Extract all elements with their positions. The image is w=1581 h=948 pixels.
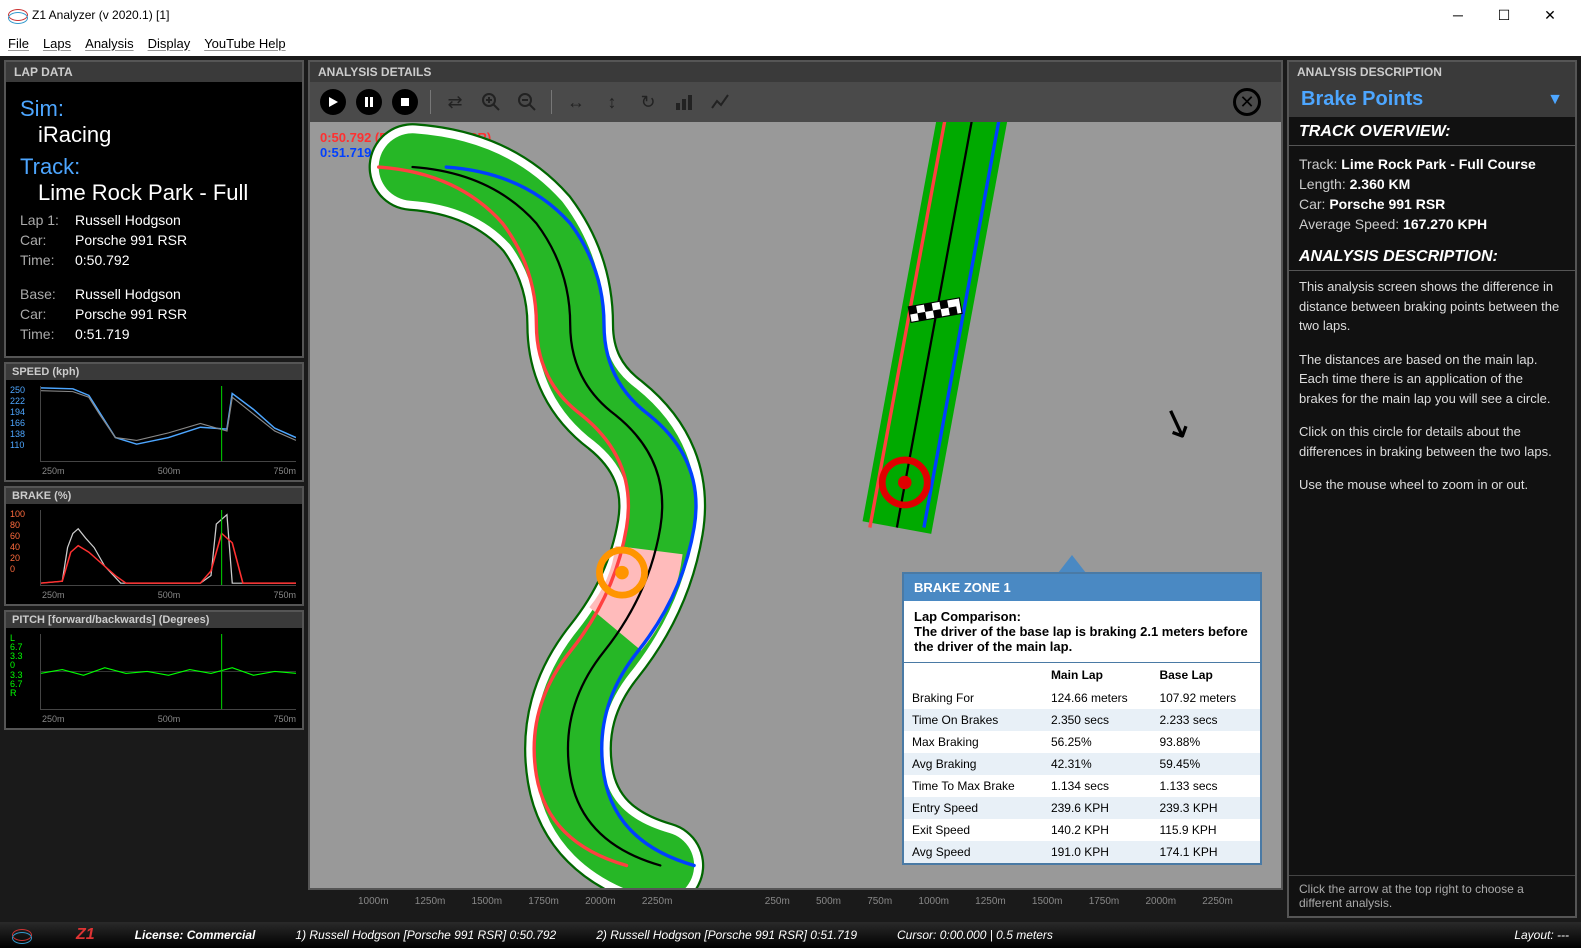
speed-chart-header: SPEED (kph) (6, 364, 302, 380)
comparison-text: The driver of the base lap is braking 2.… (914, 624, 1248, 654)
time2-label: Time: (20, 326, 75, 342)
sim-value: iRacing (38, 122, 288, 148)
description-panel-header: ANALYSIS DESCRIPTION (1289, 62, 1575, 82)
menu-file[interactable]: File (8, 36, 29, 51)
time1-value: 0:50.792 (75, 252, 130, 268)
window-title: Z1 Analyzer (v 2020.1) [1] (32, 8, 169, 22)
zoom-out-icon[interactable] (515, 90, 539, 114)
status-lap1: 1) Russell Hodgson [Porsche 991 RSR] 0:5… (295, 928, 556, 942)
bars-icon[interactable] (672, 90, 696, 114)
track-overview-header: TRACK OVERVIEW: (1289, 117, 1575, 146)
stop-button[interactable] (392, 89, 418, 115)
lap1-label: Lap 1: (20, 212, 75, 228)
car1-label: Car: (20, 232, 75, 248)
track-overview: Track: Lime Rock Park - Full Course Leng… (1289, 146, 1575, 242)
titlebar: Z1 Analyzer (v 2020.1) [1] ─ ☐ ✕ (0, 0, 1581, 30)
car1-value: Porsche 991 RSR (75, 232, 187, 248)
analysis-details-header: ANALYSIS DETAILS (310, 62, 1281, 82)
chevron-down-icon[interactable]: ▼ (1547, 91, 1563, 109)
lap-data-panel: Sim: iRacing Track: Lime Rock Park - Ful… (6, 82, 302, 356)
base-label: Base: (20, 286, 75, 302)
status-lap2: 2) Russell Hodgson [Porsche 991 RSR] 0:5… (596, 928, 857, 942)
base-value: Russell Hodgson (75, 286, 181, 302)
analysis-description: This analysis screen shows the differenc… (1289, 271, 1575, 875)
track-label: Track: (20, 154, 288, 180)
menu-laps[interactable]: Laps (43, 36, 71, 51)
track-value: Lime Rock Park - Full (38, 180, 288, 206)
close-button[interactable]: ✕ (1527, 0, 1573, 30)
brake-chart[interactable]: BRAKE (%) 100806040200 250m500m750m (4, 486, 304, 606)
speed-y-ticks: 250222194166138110 (10, 386, 25, 450)
speed-chart[interactable]: SPEED (kph) 250222194166138110 250m500m7… (4, 362, 304, 482)
car2-value: Porsche 991 RSR (75, 306, 187, 322)
license-text: License: Commercial (135, 928, 256, 942)
brake-chart-header: BRAKE (%) (6, 488, 302, 504)
description-hint: Click the arrow at the top right to choo… (1289, 875, 1575, 916)
status-bar: Z1 License: Commercial 1) Russell Hodgso… (0, 922, 1581, 948)
menu-display[interactable]: Display (148, 36, 191, 51)
menubar: File Laps Analysis Display YouTube Help (0, 30, 1581, 56)
play-button[interactable] (320, 89, 346, 115)
maximize-button[interactable]: ☐ (1481, 0, 1527, 30)
menu-analysis[interactable]: Analysis (85, 36, 133, 51)
pitch-chart[interactable]: PITCH [forward/backwards] (Degrees) L6.7… (4, 610, 304, 730)
track-map[interactable]: 0:50.792 (Porsche 991 RSR) 0:51.719 (Por… (310, 122, 1281, 888)
z1-logo-icon (12, 926, 30, 944)
status-cursor: Cursor: 0:00.000 | 0.5 meters (897, 928, 1053, 942)
timeline: 1000m1250m1500m1750m2000m2250m250m500m75… (308, 890, 1283, 918)
toolbar: ⇄ ↔ ↕ ↻ ✕ (310, 82, 1281, 122)
swap-icon[interactable]: ⇄ (443, 90, 467, 114)
analysis-desc-header: ANALYSIS DESCRIPTION: (1289, 242, 1575, 271)
z1-logo-text: Z1 (76, 926, 95, 944)
h-arrow-icon[interactable]: ↔ (564, 90, 588, 114)
status-layout: Layout: --- (1514, 928, 1569, 942)
brake-zone-popup: BRAKE ZONE 1 Lap Comparison: The driver … (902, 572, 1262, 865)
time1-label: Time: (20, 252, 75, 268)
line-chart-icon[interactable] (708, 90, 732, 114)
analysis-title: Brake Points (1301, 88, 1547, 111)
v-arrow-icon[interactable]: ↕ (600, 90, 624, 114)
app-icon (8, 6, 26, 24)
pitch-y-ticks: L6.73.303.36.7R (10, 634, 23, 698)
brake-y-ticks: 100806040200 (10, 510, 25, 574)
close-details-button[interactable]: ✕ (1233, 88, 1261, 116)
pitch-chart-header: PITCH [forward/backwards] (Degrees) (6, 612, 302, 628)
car2-label: Car: (20, 306, 75, 322)
minimize-button[interactable]: ─ (1435, 0, 1481, 30)
sim-label: Sim: (20, 96, 288, 122)
time2-value: 0:51.719 (75, 326, 130, 342)
lap-data-header: LAP DATA (6, 62, 302, 82)
zoom-in-icon[interactable] (479, 90, 503, 114)
brake-zone-table: Main LapBase Lap Braking For124.66 meter… (904, 663, 1260, 863)
lap1-value: Russell Hodgson (75, 212, 181, 228)
menu-youtube-help[interactable]: YouTube Help (204, 36, 285, 51)
rotate-icon[interactable]: ↻ (636, 90, 660, 114)
comparison-label: Lap Comparison: (914, 609, 1021, 624)
pause-button[interactable] (356, 89, 382, 115)
brake-zone-title: BRAKE ZONE 1 (904, 574, 1260, 601)
